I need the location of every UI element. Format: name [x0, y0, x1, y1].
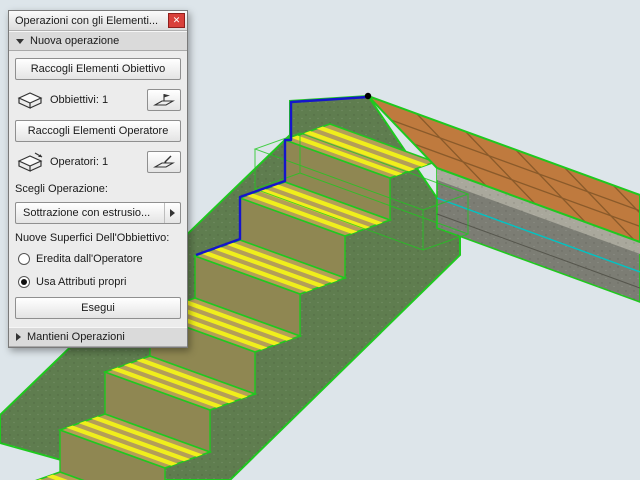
operators-row: Operatori: 1	[15, 149, 181, 175]
radio-row-eredita[interactable]: Eredita dall'Operatore	[15, 251, 181, 267]
close-button[interactable]: ✕	[168, 13, 185, 28]
palette-title-bar[interactable]: Operazioni con gli Elementi... ✕	[9, 11, 187, 31]
dropdown-arrow-box	[164, 203, 180, 223]
solid-operations-palette: Operazioni con gli Elementi... ✕ Nuova o…	[8, 10, 188, 348]
operator-elements-icon	[17, 152, 43, 172]
new-surfaces-label: Nuove Superfici Dell'Obbiettivo:	[15, 232, 170, 244]
operation-dropdown[interactable]: Sottrazione con estrusio...	[15, 202, 181, 224]
section-header-mantieni-operazioni[interactable]: Mantieni Operazioni	[9, 327, 187, 347]
radio-row-usa-attributi[interactable]: Usa Attributi propri	[15, 274, 181, 290]
execute-button[interactable]: Esegui	[15, 297, 181, 319]
show-operators-button[interactable]	[147, 151, 181, 173]
collect-operators-button[interactable]: Raccogli Elementi Operatore	[15, 120, 181, 142]
section-header-nuova-operazione[interactable]: Nuova operazione	[9, 31, 187, 51]
radio-usa-attributi-button[interactable]	[18, 276, 30, 288]
flag-plane-icon	[153, 94, 175, 106]
collapse-arrow-icon	[16, 38, 24, 44]
pencil-plane-icon	[153, 155, 175, 168]
target-elements-icon	[17, 92, 43, 109]
show-targets-button[interactable]	[147, 89, 181, 111]
operation-value: Sottrazione con estrusio...	[23, 207, 151, 219]
choose-operation-label: Scegli Operazione:	[15, 183, 108, 195]
operators-count: Operatori: 1	[50, 156, 109, 168]
targets-row: Obbiettivi: 1	[15, 87, 181, 113]
collect-targets-button[interactable]: Raccogli Elementi Obiettivo	[15, 58, 181, 80]
radio-eredita-button[interactable]	[18, 253, 30, 265]
palette-content: Raccogli Elementi Obiettivo Obbiettivi: …	[9, 51, 187, 327]
expand-arrow-icon	[16, 333, 21, 341]
radio-eredita-label: Eredita dall'Operatore	[36, 253, 143, 265]
section-nuova-operazione-label: Nuova operazione	[30, 35, 120, 47]
section-mantieni-operazioni-label: Mantieni Operazioni	[27, 331, 125, 343]
palette-title: Operazioni con gli Elementi...	[15, 14, 159, 27]
radio-usa-attributi-label: Usa Attributi propri	[36, 276, 127, 288]
targets-count: Obbiettivi: 1	[50, 94, 109, 106]
selection-node	[364, 92, 372, 100]
application-window: Operazioni con gli Elementi... ✕ Nuova o…	[0, 0, 640, 480]
dropdown-arrow-icon	[170, 209, 175, 217]
